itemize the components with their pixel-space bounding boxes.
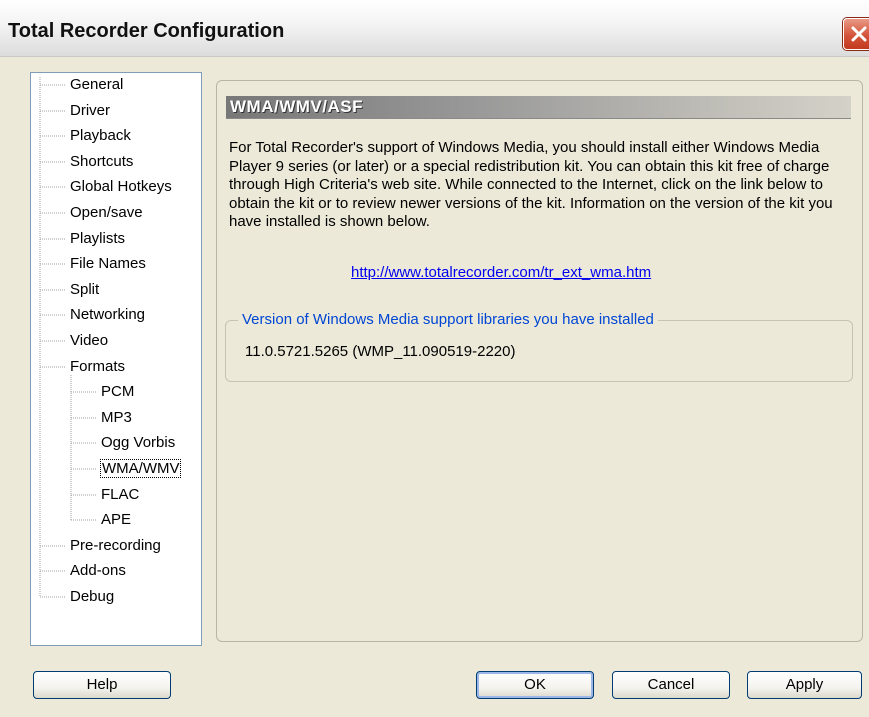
- tree-item-pre-recording[interactable]: Pre-recording: [69, 534, 162, 558]
- configuration-window: Total Recorder Configuration General Driv…: [0, 0, 869, 717]
- tree-item-label: Playlists: [70, 230, 126, 247]
- tree-item-label: Open/save: [70, 204, 143, 221]
- tree-item-file-names[interactable]: File Names: [69, 252, 147, 276]
- tree-item-label: Debug: [70, 588, 115, 605]
- tree-item-label: WMA/WMV: [100, 459, 182, 478]
- tree-item-label: Networking: [70, 306, 146, 323]
- window-title: Total Recorder Configuration: [8, 20, 285, 42]
- description-text: For Total Recorder's support of Windows …: [229, 139, 833, 230]
- title-bar[interactable]: Total Recorder Configuration: [0, 0, 869, 57]
- tree-item-pcm[interactable]: PCM: [100, 380, 135, 404]
- tree-item-add-ons[interactable]: Add-ons: [69, 559, 127, 583]
- tree-item-split[interactable]: Split: [69, 278, 100, 302]
- tree-item-ogg-vorbis[interactable]: Ogg Vorbis: [100, 431, 176, 455]
- apply-button[interactable]: Apply: [747, 671, 862, 699]
- tree-item-label: Playback: [70, 127, 131, 144]
- tree-item-ape[interactable]: APE: [100, 508, 132, 532]
- tree-item-shortcuts[interactable]: Shortcuts: [69, 150, 134, 174]
- tree-item-flac[interactable]: FLAC: [100, 483, 140, 507]
- cancel-button[interactable]: Cancel: [612, 671, 730, 699]
- ok-button[interactable]: OK: [476, 671, 594, 699]
- tree-item-open-save[interactable]: Open/save: [69, 201, 144, 225]
- tree-item-playback[interactable]: Playback: [69, 124, 132, 148]
- section-header: WMA/WMV/ASF: [226, 96, 851, 118]
- tree-item-driver[interactable]: Driver: [69, 99, 111, 123]
- kit-download-link[interactable]: http://www.totalrecorder.com/tr_ext_wma.…: [351, 264, 651, 281]
- tree-item-playlists[interactable]: Playlists: [69, 227, 126, 251]
- section-title: WMA/WMV/ASF: [230, 97, 363, 116]
- close-icon: [851, 26, 867, 42]
- version-group-label: Version of Windows Media support librari…: [238, 311, 658, 328]
- tree-item-label: Shortcuts: [70, 153, 134, 170]
- tree-item-wma-wmv[interactable]: WMA/WMV: [100, 457, 182, 481]
- tree-item-label: Pre-recording: [70, 537, 161, 554]
- tree-item-label: PCM: [101, 383, 135, 400]
- tree-item-general[interactable]: General: [69, 73, 124, 97]
- settings-tree[interactable]: General Driver Playback Shortcuts Global Hot…: [30, 72, 202, 646]
- tree-item-debug[interactable]: Debug: [69, 585, 115, 609]
- version-value: 11.0.5721.5265 (WMP_11.090519-2220): [245, 343, 516, 360]
- tree-item-label: Driver: [70, 102, 110, 119]
- tree-item-label: FLAC: [101, 486, 140, 503]
- help-button[interactable]: Help: [33, 671, 171, 699]
- tree-item-networking[interactable]: Networking: [69, 303, 146, 327]
- tree-item-label: Add-ons: [70, 562, 126, 579]
- tree-item-label: Video: [70, 332, 109, 349]
- tree-item-label: File Names: [70, 255, 146, 272]
- close-button[interactable]: [843, 18, 869, 50]
- tree-item-label: MP3: [101, 409, 132, 426]
- tree-item-video[interactable]: Video: [69, 329, 109, 353]
- tree-item-label: APE: [101, 511, 132, 528]
- tree-item-global-hotkeys[interactable]: Global Hotkeys: [69, 175, 173, 199]
- section-divider: [226, 118, 851, 119]
- tree-item-formats[interactable]: Formats: [69, 355, 126, 379]
- tree-item-mp3[interactable]: MP3: [100, 406, 133, 430]
- tree-item-label: Global Hotkeys: [70, 178, 172, 195]
- tree-item-label: Formats: [70, 358, 126, 375]
- tree-item-label: General: [70, 76, 124, 93]
- tree-item-label: Ogg Vorbis: [101, 434, 176, 451]
- tree-item-label: Split: [70, 281, 100, 298]
